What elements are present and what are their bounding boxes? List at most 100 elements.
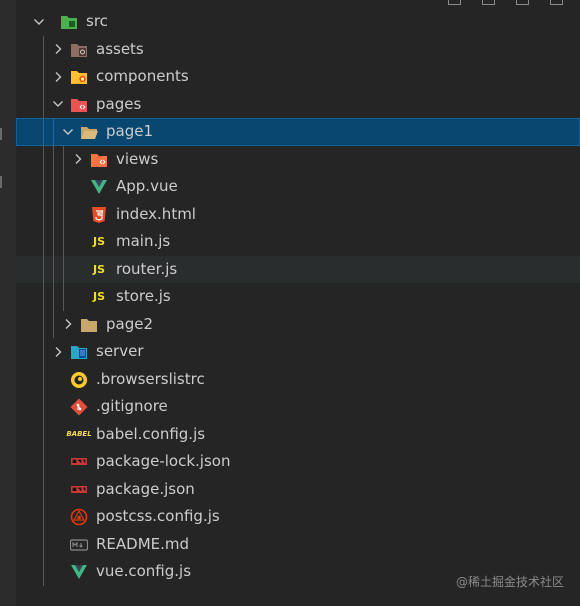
indent-guide — [43, 475, 44, 503]
tree-item-label: page1 — [106, 122, 154, 140]
git-icon — [70, 398, 88, 416]
tree-file-row[interactable]: JS main.js — [16, 228, 580, 256]
tree-item-label: babel.config.js — [96, 424, 206, 443]
tree-file-row[interactable]: .gitignore — [16, 393, 580, 421]
tree-item-label: store.js — [116, 287, 171, 305]
tree-folder-row[interactable]: src — [16, 8, 580, 36]
tree-item-label: .gitignore — [96, 397, 168, 415]
indent-guide — [53, 255, 54, 283]
tree-item-label: router.js — [116, 259, 178, 278]
tree-file-row[interactable]: package-lock.json — [16, 448, 580, 476]
tree-folder-row[interactable]: server — [16, 338, 580, 366]
tree-item-label: package-lock.json — [96, 452, 231, 470]
browserslist-icon — [70, 371, 88, 389]
tree-item-label: main.js — [116, 232, 171, 250]
chevron-right-icon[interactable] — [50, 63, 66, 91]
tree-item-label: README.md — [96, 534, 190, 553]
activity-indicator — [0, 176, 2, 188]
tree-item-label: page2 — [106, 314, 154, 333]
new-file-icon[interactable] — [448, 0, 461, 5]
folder-components-icon — [70, 68, 88, 86]
tree-file-row[interactable]: README.md — [16, 530, 580, 558]
tree-item-label: src — [86, 12, 108, 30]
indent-guide — [63, 200, 64, 228]
indent-guide — [43, 145, 44, 173]
indent-guide — [53, 310, 54, 338]
indent-guide — [53, 118, 54, 146]
tree-item-label: postcss.config.js — [96, 507, 220, 525]
js-icon: JS — [92, 235, 105, 249]
explorer-toolbar — [16, 0, 580, 8]
js-icon: JS — [92, 262, 105, 276]
tree-item-label: server — [96, 342, 144, 360]
folder-server-icon — [70, 343, 88, 361]
indent-guide — [43, 448, 44, 476]
indent-guide — [43, 35, 44, 63]
refresh-icon[interactable] — [516, 0, 529, 5]
indent-guide — [43, 255, 44, 283]
tree-file-row[interactable]: App.vue — [16, 173, 580, 201]
tree-folder-row[interactable]: page2 — [16, 310, 580, 339]
folder-src-icon — [60, 13, 78, 31]
folder-icon — [80, 316, 98, 334]
tree-item-label: vue.config.js — [96, 562, 192, 580]
tree-folder-row[interactable]: assets — [16, 35, 580, 64]
indent-guide — [43, 63, 44, 91]
indent-guide — [53, 200, 54, 228]
chevron-right-icon[interactable] — [50, 36, 66, 64]
indent-guide — [43, 200, 44, 228]
indent-guide — [43, 530, 44, 558]
indent-guide — [53, 173, 54, 201]
tree-folder-row[interactable]: pages — [16, 90, 580, 119]
indent-guide — [43, 310, 44, 338]
indent-guide — [53, 228, 54, 256]
indent-guide — [63, 255, 64, 283]
watermark: @稀土掘金技术社区 — [455, 575, 564, 589]
chevron-down-icon[interactable] — [31, 8, 47, 36]
tree-file-row[interactable]: index.html — [16, 200, 580, 228]
tree-folder-row[interactable]: components — [16, 63, 580, 91]
vue-icon — [90, 178, 108, 196]
chevron-down-icon[interactable] — [50, 91, 66, 119]
indent-guide — [43, 420, 44, 448]
html5-icon — [90, 206, 108, 224]
indent-guide — [43, 338, 44, 366]
indent-guide — [43, 558, 44, 586]
activity-bar — [0, 0, 16, 606]
chevron-right-icon[interactable] — [70, 146, 86, 174]
tree-item-label: App.vue — [116, 177, 178, 195]
collapse-all-icon[interactable] — [550, 0, 563, 5]
chevron-down-icon[interactable] — [60, 118, 76, 146]
tree-file-row[interactable]: BABEL babel.config.js — [16, 420, 580, 448]
indent-guide — [63, 173, 64, 201]
indent-guide — [43, 173, 44, 201]
tree-item-label: index.html — [116, 204, 196, 223]
indent-guide — [63, 283, 64, 311]
tree-folder-row[interactable]: views — [16, 145, 580, 174]
tree-item-label: .browserslistrc — [96, 369, 205, 388]
tree-file-row[interactable]: postcss.config.js — [16, 503, 580, 531]
tree-file-row[interactable]: .browserslistrc — [16, 365, 580, 393]
tree-file-row[interactable]: JS store.js — [16, 283, 580, 311]
indent-guide — [43, 283, 44, 311]
folder-assets-icon — [70, 41, 88, 59]
new-folder-icon[interactable] — [482, 0, 495, 5]
chevron-right-icon[interactable] — [50, 338, 66, 366]
chevron-right-icon[interactable] — [60, 311, 76, 339]
tree-file-row[interactable]: JS router.js — [16, 255, 580, 283]
tree-folder-row[interactable]: page1 — [16, 118, 580, 146]
tree-file-row[interactable]: package.json — [16, 475, 580, 503]
tree-item-label: pages — [96, 94, 142, 113]
indent-guide — [63, 145, 64, 173]
tree-item-label: assets — [96, 39, 144, 58]
folder-pages-icon — [70, 96, 88, 114]
indent-guide — [43, 365, 44, 393]
babel-icon: BABEL — [66, 429, 92, 438]
indent-guide — [53, 145, 54, 173]
indent-guide — [43, 228, 44, 256]
postcss-icon — [70, 508, 88, 526]
folder-open-icon — [80, 123, 98, 141]
npm-icon — [70, 453, 88, 471]
vue-config-icon — [70, 563, 88, 581]
npm-icon — [70, 481, 88, 499]
